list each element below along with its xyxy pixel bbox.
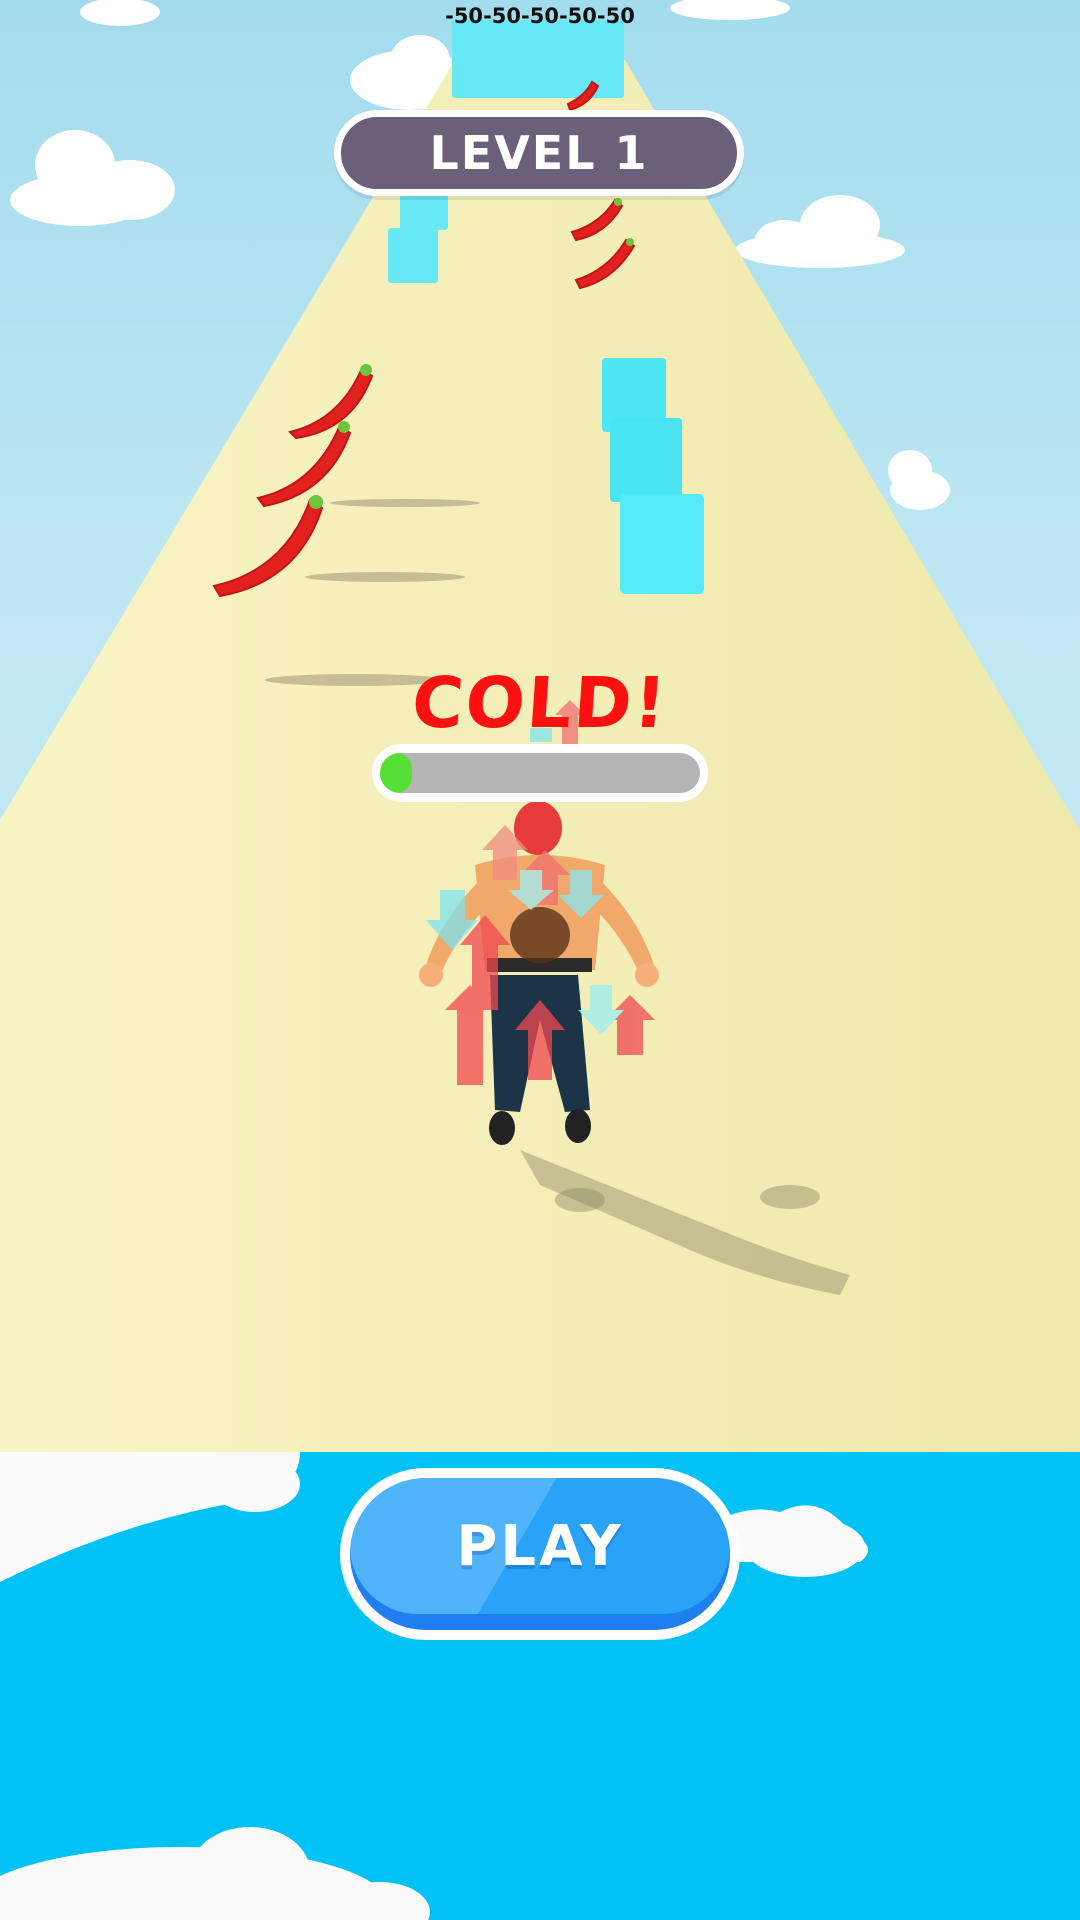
score-popup: -50 [483,4,522,28]
temperature-meter-track [380,753,700,793]
play-button-label: PLAY [456,1513,624,1579]
temperature-meter-fill [380,753,412,793]
temperature-meter [372,744,708,802]
play-button[interactable]: PLAY [340,1468,740,1640]
score-popup: -50 [558,4,597,28]
level-label: LEVEL 1 [429,126,649,180]
play-button-face[interactable]: PLAY [350,1478,730,1614]
level-indicator: LEVEL 1 [334,110,744,196]
score-popup: -50 [521,4,559,28]
score-popup: -50 [445,4,484,28]
score-popup: -50 [596,4,635,28]
play-button-body[interactable]: PLAY [350,1478,730,1630]
temperature-status-text: COLD! [409,662,671,744]
score-popups: -50-50-50-50-50 [0,4,1080,28]
